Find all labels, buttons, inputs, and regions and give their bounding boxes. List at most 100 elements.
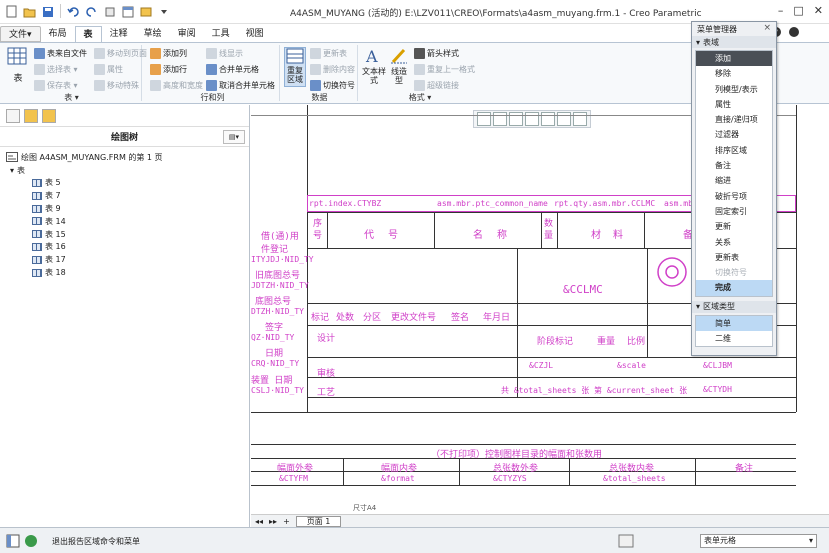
insert-table-button[interactable] (4, 47, 30, 67)
delete-content-button[interactable]: 删除内容 (310, 64, 355, 75)
menu-item-comments[interactable]: 备注 (696, 158, 772, 173)
menu-item-dash-item[interactable]: 破折号项 (696, 189, 772, 204)
page-tab-1[interactable]: 页面 1 (295, 515, 342, 527)
close-icon[interactable]: × (763, 23, 771, 33)
undo-icon[interactable] (66, 4, 81, 19)
menu-item-2d[interactable]: 二维 (696, 331, 772, 346)
section-region-type[interactable]: ▾ 区域类型 (692, 300, 776, 313)
favorites-tab-icon[interactable] (42, 109, 56, 123)
table-line (695, 458, 696, 486)
selection-filter-select[interactable]: 表单元格 ▾ (700, 534, 817, 548)
regenerate-icon[interactable] (102, 4, 117, 19)
menu-item-done[interactable]: 完成 (696, 280, 772, 296)
drawing-number-param: &CTYDH (703, 385, 732, 394)
open-file-icon[interactable] (22, 4, 37, 19)
tab-view[interactable]: 视图 (238, 26, 272, 42)
menu-item-add[interactable]: 添加 (696, 51, 772, 67)
menu-item-filters[interactable]: 过滤器 (696, 127, 772, 142)
tab-sketch[interactable]: 草绘 (136, 26, 170, 42)
section-table-region[interactable]: ▾ 表域 (692, 36, 776, 48)
tab-annotate[interactable]: 注释 (102, 26, 136, 42)
hyperlink-button[interactable]: 超级链接 (414, 80, 459, 91)
menu-item-direct-recursive[interactable]: 直接/递归项 (696, 112, 772, 127)
menu-item-relations[interactable]: 关系 (696, 235, 772, 250)
menu-item-sort-regions[interactable]: 排序区域 (696, 143, 772, 158)
minimize-icon[interactable]: – (778, 4, 784, 17)
text-style-icon: A (365, 47, 378, 66)
page-nav-first-icon[interactable]: ◂◂ (255, 517, 263, 526)
save-table-button[interactable]: 保存表 ▾ (34, 80, 78, 91)
menu-item-attributes[interactable]: 属性 (696, 97, 772, 112)
model-tree-tab-icon[interactable] (6, 109, 20, 123)
tab-table[interactable]: 表 (74, 26, 102, 42)
tab-tools[interactable]: 工具 (204, 26, 238, 42)
page-nav-next-icon[interactable]: ▸▸ (269, 517, 277, 526)
tree-table-item[interactable]: 表 9 (6, 202, 243, 215)
ribbon-tabs: 文件▾ 布局 表 注释 草绘 审阅 工具 视图 (0, 26, 272, 42)
height-width-button[interactable]: 高度和宽度 (150, 80, 203, 91)
tree-tables-node[interactable]: ▾ 表 (6, 164, 243, 177)
menu-item-update[interactable]: 更新 (696, 219, 772, 234)
table-from-file-button[interactable]: 表来自文件 (34, 48, 87, 59)
text-style-button[interactable]: A 文本样式 (362, 47, 386, 85)
windows-icon[interactable] (120, 4, 135, 19)
tree-table-item[interactable]: 表 15 (6, 228, 243, 241)
folder-browser-tab-icon[interactable] (24, 109, 38, 123)
tree-settings-icon[interactable]: ▤▾ (223, 130, 245, 144)
add-column-button[interactable]: 添加列 (150, 48, 187, 59)
menu-item-indent[interactable]: 缩进 (696, 173, 772, 188)
maximize-icon[interactable]: □ (793, 4, 803, 17)
tree-table-item[interactable]: 表 16 (6, 241, 243, 254)
save-icon[interactable] (40, 4, 55, 19)
tree-table-item[interactable]: 表 17 (6, 253, 243, 266)
label-change-doc: 更改文件号 (391, 313, 437, 323)
navigator-toggle-icon[interactable] (6, 534, 20, 548)
regenerate-status-icon[interactable] (618, 534, 634, 548)
redo-icon[interactable] (84, 4, 99, 19)
collapse-arrow-icon: ▾ (696, 302, 701, 312)
arrow-style-button[interactable]: 箭头样式 (414, 48, 459, 59)
update-table-button[interactable]: 更新表 (310, 48, 347, 59)
menu-item-simple[interactable]: 简单 (696, 315, 772, 332)
tree-root[interactable]: 绘图 A4ASM_MUYANG.FRM 的第 1 页 (6, 151, 243, 164)
tree-table-label: 表 9 (45, 204, 61, 214)
tree-table-item[interactable]: 表 18 (6, 266, 243, 279)
move-to-page-button[interactable]: 移动到页面 (94, 48, 147, 59)
move-special-button[interactable]: 移动特殊 (94, 80, 139, 91)
repeat-last-format-button[interactable]: 重复上一格式 (414, 64, 475, 75)
select-table-button[interactable]: 选择表 ▾ (34, 64, 78, 75)
switch-symbol-button[interactable]: 切换符号 (310, 80, 355, 91)
properties-button[interactable]: 属性 (94, 64, 123, 75)
add-page-icon[interactable]: + (283, 517, 290, 526)
unmerge-cells-button[interactable]: 取消合并单元格 (206, 80, 275, 91)
new-file-icon[interactable] (4, 4, 19, 19)
tree-table-item[interactable]: 表 7 (6, 189, 243, 202)
table-button-label[interactable]: 表 (10, 75, 26, 84)
search-help-icon[interactable] (788, 26, 800, 38)
group-data-label: 数据 (311, 93, 328, 102)
delete-content-label: 删除内容 (323, 65, 355, 74)
sheets-row: 共 &total_sheets 张 第 &current_sheet 张 (501, 386, 688, 395)
val-format: &format (381, 474, 415, 483)
tab-review[interactable]: 审阅 (170, 26, 204, 42)
tree-table-item[interactable]: 表 14 (6, 215, 243, 228)
menu-item-column-model[interactable]: 列模型/表示 (696, 82, 772, 97)
customize-qat-icon[interactable] (156, 4, 171, 19)
menu-item-update-tables[interactable]: 更新表 (696, 250, 772, 265)
part-code-param: &CLJBM (703, 361, 732, 370)
menu-item-remove[interactable]: 移除 (696, 66, 772, 81)
add-row-button[interactable]: 添加行 (150, 64, 187, 75)
line-style-button[interactable]: 线造型 (388, 47, 410, 85)
tab-layout[interactable]: 布局 (41, 26, 75, 42)
collapse-arrow-icon[interactable]: ▾ (10, 166, 14, 175)
line-display-button[interactable]: 线显示 (206, 48, 243, 59)
tree-table-item[interactable]: 表 5 (6, 177, 243, 190)
tab-file[interactable]: 文件▾ (0, 26, 41, 42)
close-window-icon[interactable] (138, 4, 153, 19)
repeat-region-button[interactable]: 重复区域 (284, 47, 306, 87)
close-icon[interactable]: ✕ (814, 4, 823, 17)
menu-item-fix-index[interactable]: 固定索引 (696, 204, 772, 219)
scale-param: &scale (617, 361, 646, 370)
merge-cells-button[interactable]: 合并单元格 (206, 64, 259, 75)
browser-toggle-icon[interactable] (24, 534, 38, 548)
